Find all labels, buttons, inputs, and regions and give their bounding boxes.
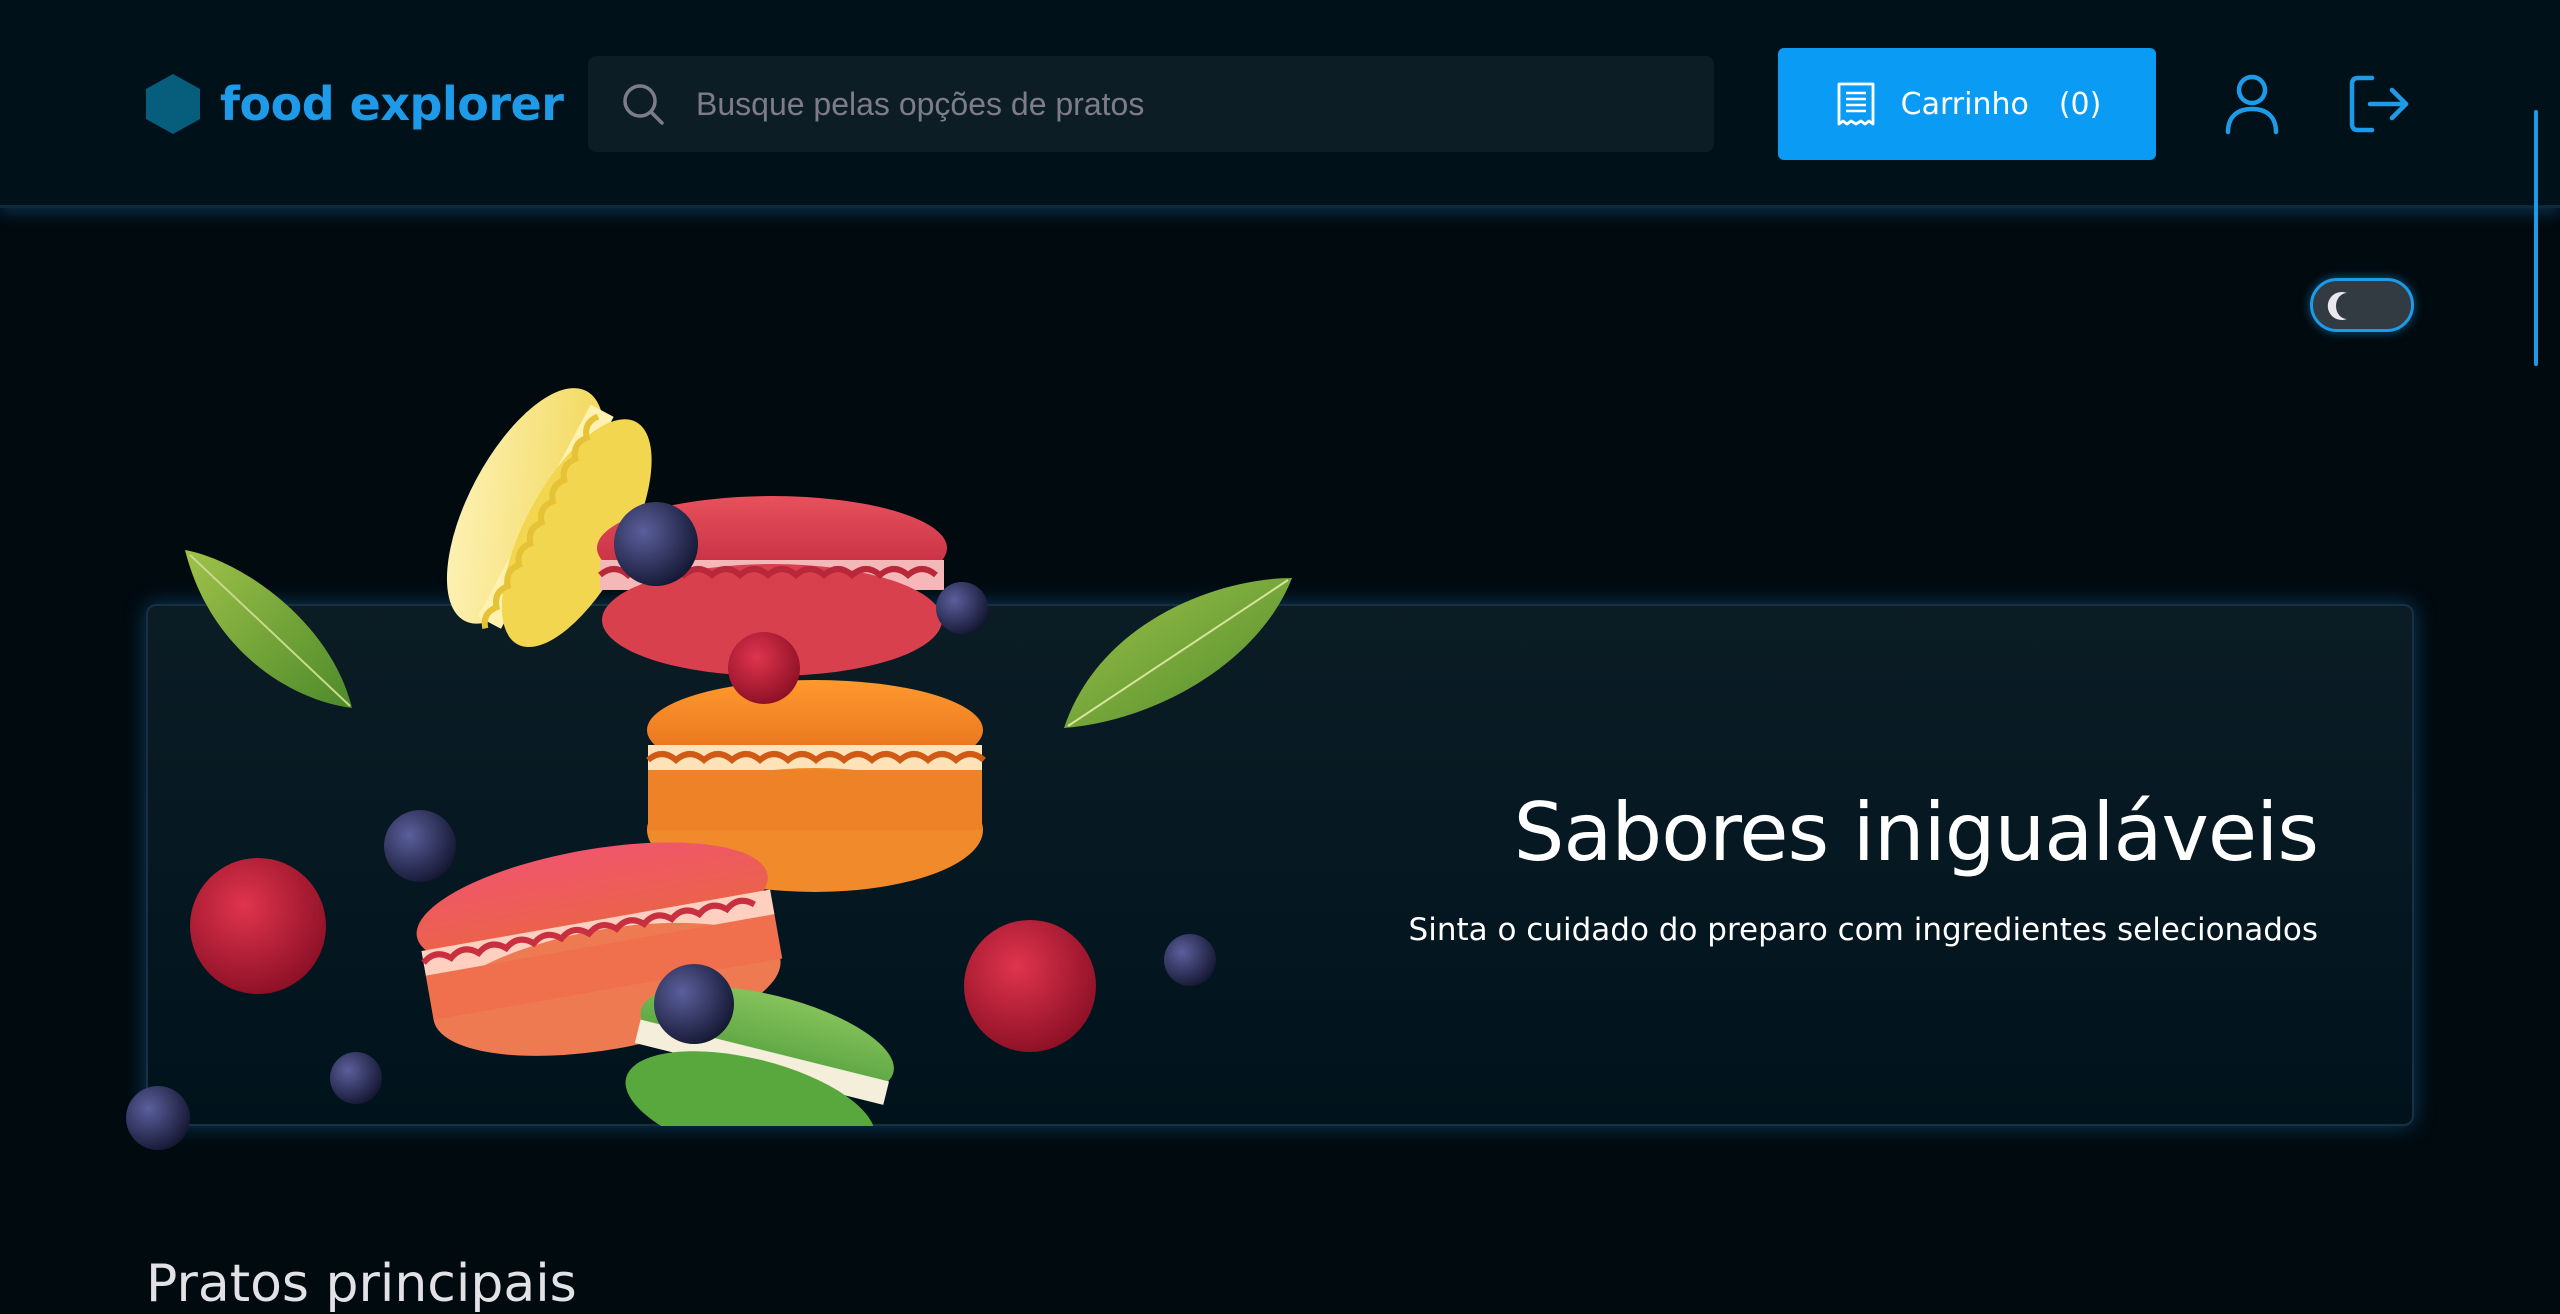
search-input[interactable] <box>694 74 1714 134</box>
cart-count: (0) <box>2058 86 2102 122</box>
macarons-illustration <box>126 388 1292 1150</box>
hexagon-logo-icon <box>146 74 200 134</box>
receipt-icon <box>1837 82 1875 126</box>
app-header: food explorer Carrinho (0) <box>0 0 2560 208</box>
theme-toggle[interactable] <box>2310 278 2414 332</box>
cart-button[interactable]: Carrinho (0) <box>1778 48 2156 160</box>
search-bar[interactable] <box>588 56 1714 152</box>
banner-subtitle: Sinta o cuidado do preparo com ingredien… <box>1408 912 2318 948</box>
user-icon <box>2225 74 2279 135</box>
sign-out-button[interactable] <box>2348 72 2412 136</box>
search-icon <box>623 84 664 125</box>
logo[interactable]: food explorer <box>146 74 564 134</box>
banner-title: Sabores inigualáveis <box>1513 786 2319 879</box>
moon-icon <box>2327 292 2347 320</box>
cart-label: Carrinho <box>1900 86 2029 122</box>
logo-text: food explorer <box>220 77 564 131</box>
section-title: Pratos principais <box>146 1254 577 1314</box>
sign-out-icon <box>2349 75 2409 133</box>
scrollbar-thumb[interactable] <box>2534 110 2538 366</box>
profile-button[interactable] <box>2220 72 2284 136</box>
